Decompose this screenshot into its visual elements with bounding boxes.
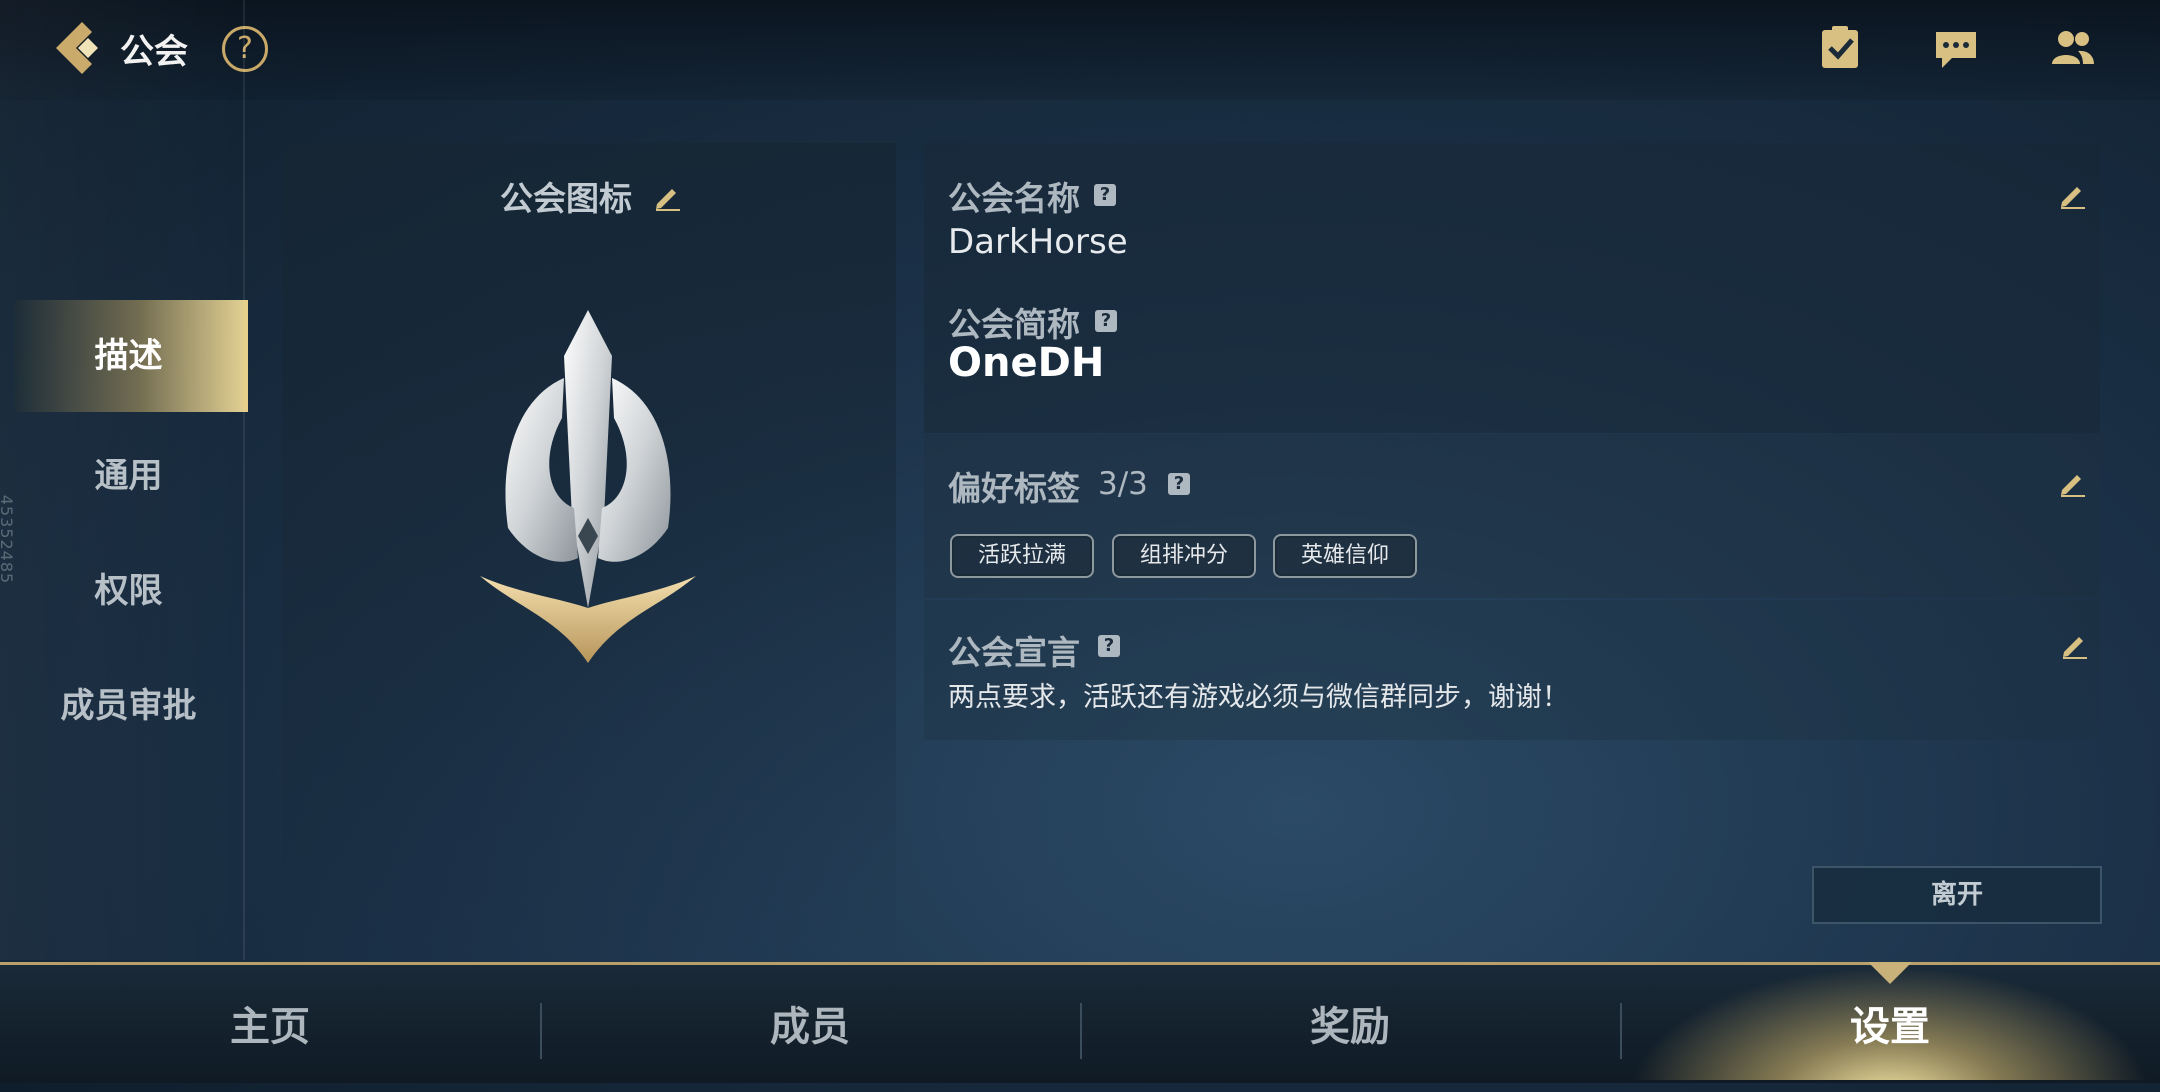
guild-short-name-label: 公会简称 — [948, 305, 1080, 344]
preference-tag[interactable]: 活跃拉满 — [950, 534, 1094, 578]
active-tab-pointer — [1868, 962, 1912, 984]
preference-tags-count: 3/3 — [1098, 466, 1148, 502]
tab-members[interactable]: 成员 — [540, 962, 1080, 1080]
preference-tags-help-icon[interactable]: ? — [1168, 473, 1190, 495]
preference-tag[interactable]: 英雄信仰 — [1273, 534, 1417, 578]
chat-icon[interactable] — [1932, 24, 1980, 72]
guild-emblem[interactable] — [478, 308, 698, 668]
preference-tags-label: 偏好标签 — [948, 469, 1080, 508]
guild-short-name-value: OneDH — [948, 340, 1105, 386]
declaration-panel — [924, 600, 2100, 740]
tab-rewards[interactable]: 奖励 — [1080, 962, 1620, 1080]
sidebar-item-permissions[interactable]: 权限 — [14, 535, 243, 647]
task-checklist-icon[interactable] — [1816, 24, 1864, 72]
sidebar-item-description[interactable]: 描述 — [14, 300, 248, 412]
guild-declaration-help-icon[interactable]: ? — [1098, 635, 1120, 657]
edit-declaration-icon[interactable] — [2060, 630, 2090, 660]
edit-emblem-icon[interactable] — [653, 182, 683, 212]
guild-declaration-label: 公会宣言 — [948, 633, 1080, 672]
preference-panel — [924, 434, 2100, 598]
edit-tags-icon[interactable] — [2058, 468, 2088, 498]
emblem-title: 公会图标 — [500, 179, 632, 218]
leave-guild-button[interactable]: 离开 — [1812, 866, 2102, 924]
guild-name-value: DarkHorse — [948, 222, 1128, 262]
guild-declaration-text: 两点要求，活跃还有游戏必须与微信群同步，谢谢！ — [948, 682, 1569, 713]
friends-icon[interactable] — [2048, 24, 2096, 72]
preference-tag[interactable]: 组排冲分 — [1112, 534, 1256, 578]
edit-name-icon[interactable] — [2058, 180, 2088, 210]
guild-name-help-icon[interactable]: ? — [1094, 184, 1116, 206]
tab-home[interactable]: 主页 — [0, 962, 540, 1080]
guild-name-label: 公会名称 — [948, 179, 1080, 218]
guild-short-name-help-icon[interactable]: ? — [1095, 310, 1117, 332]
sidebar-item-general[interactable]: 通用 — [14, 420, 243, 532]
sidebar-item-member-approval[interactable]: 成员审批 — [14, 650, 243, 762]
